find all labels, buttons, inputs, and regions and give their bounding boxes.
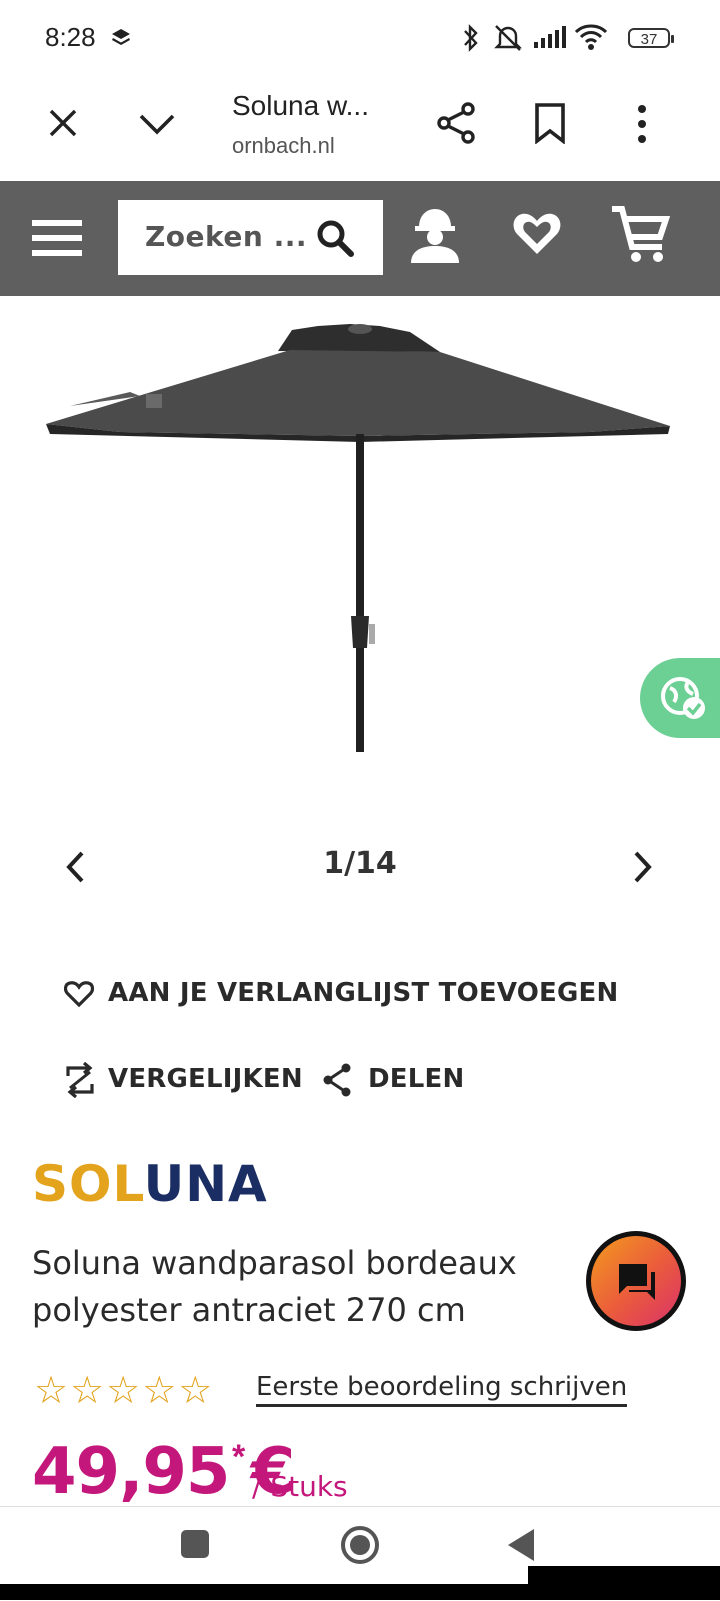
brand-logo-part2: UNA [143, 1155, 268, 1213]
chat-button-bg [591, 1236, 681, 1326]
search-input[interactable]: Zoeken ... [118, 200, 383, 275]
rating-stars[interactable]: ☆☆☆☆☆ [34, 1368, 214, 1413]
brand-logo[interactable]: SOLUNA [32, 1155, 268, 1213]
share-icon [323, 1063, 351, 1097]
recent-apps-icon[interactable] [180, 1529, 210, 1559]
compare-label: VERGELIJKEN [108, 1064, 303, 1094]
page-url[interactable]: ornbach.nl [232, 133, 335, 159]
tab-title[interactable]: Soluna w... [232, 90, 369, 122]
product-title: Soluna wandparasol bordeaux polyester an… [32, 1244, 517, 1329]
close-icon[interactable] [48, 108, 78, 138]
chevron-left-icon[interactable] [64, 850, 86, 884]
menu-icon[interactable] [32, 218, 82, 258]
bluetooth-icon [464, 24, 478, 52]
bookmark-icon[interactable] [534, 102, 566, 144]
chevron-down-icon[interactable] [138, 112, 176, 136]
back-icon[interactable] [506, 1527, 536, 1563]
brand-logo-part1: SOL [32, 1155, 144, 1213]
home-icon[interactable] [340, 1525, 380, 1565]
compare-icon [66, 1062, 94, 1098]
wishlist-label: AAN JE VERLANGLIJST TOEVOEGEN [108, 978, 619, 1008]
heart-outline-icon [64, 981, 94, 1008]
layers-icon [112, 29, 130, 45]
system-bottom-strip [0, 1584, 720, 1600]
gallery-counter: 1/14 [323, 846, 397, 881]
more-vert-icon[interactable] [636, 104, 648, 144]
chevron-right-icon[interactable] [632, 850, 654, 884]
status-time: 8:28 [45, 22, 96, 52]
muted-bell-icon [494, 25, 522, 51]
chat-button[interactable] [586, 1231, 686, 1331]
signal-icon [534, 26, 566, 48]
battery-indicator: 37 [628, 28, 674, 48]
share-icon[interactable] [436, 102, 476, 144]
compare-link[interactable]: VERGELIJKEN [64, 1058, 303, 1102]
accessibility-globe-button[interactable] [640, 658, 720, 738]
share-product-link[interactable]: DELEN [322, 1058, 472, 1102]
status-bar: 8:28 37 [0, 0, 720, 80]
add-to-wishlist-link[interactable]: AAN JE VERLANGLIJST TOEVOEGEN [64, 972, 618, 1016]
price-footnote-mark: * [232, 1438, 246, 1476]
price-unit: / Stuks [252, 1470, 348, 1503]
cart-icon[interactable] [610, 203, 670, 265]
globe-check-icon [661, 677, 705, 719]
search-icon[interactable] [315, 218, 355, 258]
search-placeholder: Zoeken ... [145, 220, 307, 253]
wifi-icon [574, 24, 608, 50]
share-label: DELEN [368, 1064, 465, 1094]
product-image[interactable] [0, 296, 720, 776]
chat-icon [619, 1264, 655, 1300]
write-review-link[interactable]: Eerste beoordeling schrijven [256, 1372, 628, 1407]
account-icon[interactable] [405, 203, 465, 265]
wishlist-heart-icon[interactable] [511, 208, 563, 260]
